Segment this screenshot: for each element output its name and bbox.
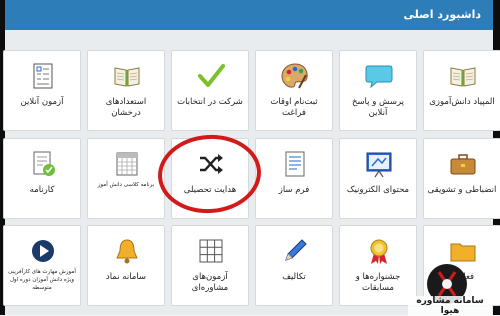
- tile-e-content[interactable]: محتوای الکترونیک: [339, 138, 417, 219]
- briefcase-icon: [450, 154, 476, 175]
- report-card-icon: [33, 151, 55, 176]
- bell-icon: [116, 239, 138, 264]
- tile-talents[interactable]: استعدادهای درخشان: [87, 50, 165, 131]
- tile-olympiad[interactable]: المپیاد دانش‌آموزی: [423, 50, 500, 131]
- form-icon: [285, 151, 305, 177]
- tile-form-builder[interactable]: فرم ساز: [255, 138, 333, 219]
- award-medal-icon: [370, 239, 388, 264]
- chat-bubble-icon: [365, 65, 393, 89]
- page-title: داشبورد اصلی: [403, 8, 481, 21]
- grid-icon: [199, 239, 223, 263]
- tile-academic-guidance[interactable]: هدایت تحصیلی: [171, 138, 249, 219]
- tile-class-schedule[interactable]: برنامه کلاسی دانش آموز: [87, 138, 165, 219]
- calendar-icon: [116, 152, 138, 176]
- tile-online-exam[interactable]: آزمون آنلاین: [3, 50, 81, 131]
- checkmark-icon: [198, 64, 225, 87]
- dashboard-header: داشبورد اصلی: [5, 0, 493, 30]
- watermark-text: سامانه مشاوره هیوا: [408, 296, 492, 316]
- tile-discipline[interactable]: انضباطی و تشویقی: [423, 138, 500, 219]
- pencil-icon: [285, 239, 307, 261]
- book-icon: [450, 67, 476, 87]
- shuffle-icon: [200, 154, 223, 174]
- tile-leisure-registration[interactable]: ثبت‌نام اوقات فراغت: [255, 50, 333, 131]
- exam-sheet-icon: [33, 63, 53, 89]
- presentation-icon: [366, 152, 392, 178]
- book-icon: [114, 67, 140, 87]
- palette-icon: [281, 63, 308, 89]
- tile-namad-system[interactable]: سامانه نماد: [87, 225, 165, 306]
- video-play-icon: [32, 240, 54, 262]
- tile-homework[interactable]: تکالیف: [255, 225, 333, 306]
- tile-online-qa[interactable]: پرسش و پاسخ آنلاین: [339, 50, 417, 131]
- tile-counseling-tests[interactable]: آزمون‌های مشاوره‌ای: [171, 225, 249, 306]
- tile-entrepreneurship[interactable]: آموزش مهارت های کارآفرینی ویژه دانش آموز…: [3, 225, 81, 306]
- tile-report-card[interactable]: کارنامه: [3, 138, 81, 219]
- tile-elections[interactable]: شرکت در انتخابات: [171, 50, 249, 131]
